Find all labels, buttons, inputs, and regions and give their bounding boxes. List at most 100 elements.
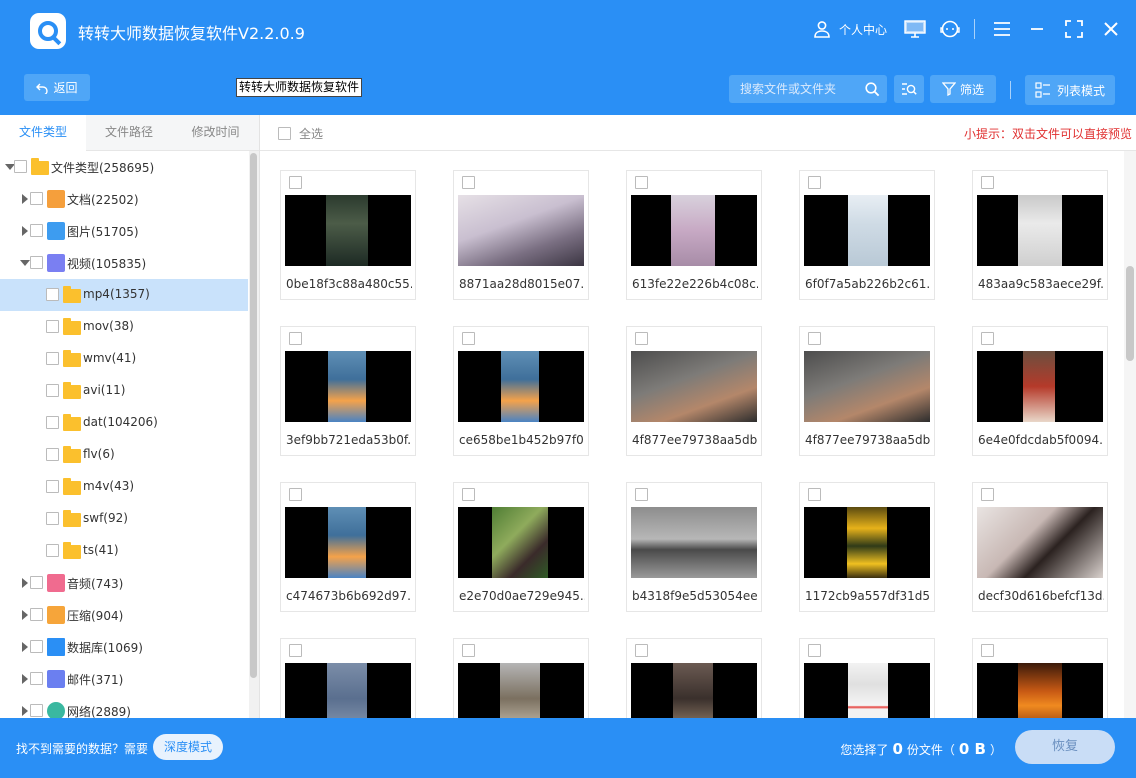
checkbox[interactable] bbox=[808, 644, 821, 657]
tab-modified-time[interactable]: 修改时间 bbox=[172, 115, 259, 151]
checkbox[interactable] bbox=[278, 127, 291, 140]
checkbox[interactable] bbox=[808, 332, 821, 345]
file-card[interactable]: 8871aa28d8015e07... bbox=[453, 170, 589, 300]
checkbox[interactable] bbox=[462, 176, 475, 189]
file-card[interactable]: e2e70d0ae729e945... bbox=[453, 482, 589, 612]
file-card[interactable] bbox=[799, 638, 935, 718]
view-mode-button[interactable]: 列表模式 bbox=[1025, 75, 1115, 105]
checkbox[interactable] bbox=[462, 332, 475, 345]
checkbox[interactable] bbox=[46, 416, 59, 429]
checkbox[interactable] bbox=[46, 352, 59, 365]
support-button[interactable] bbox=[938, 17, 962, 41]
user-center-button[interactable]: 个人中心 bbox=[813, 17, 887, 41]
search-button[interactable] bbox=[863, 80, 881, 98]
checkbox[interactable] bbox=[30, 576, 43, 589]
file-card[interactable]: ce658be1b452b97f0... bbox=[453, 326, 589, 456]
search-input[interactable] bbox=[729, 75, 859, 103]
sidebar-scroll-thumb[interactable] bbox=[250, 153, 257, 678]
file-card[interactable] bbox=[626, 638, 762, 718]
checkbox[interactable] bbox=[46, 320, 59, 333]
checkbox[interactable] bbox=[289, 644, 302, 657]
checkbox[interactable] bbox=[635, 332, 648, 345]
checkbox[interactable] bbox=[30, 256, 43, 269]
checkbox[interactable] bbox=[981, 176, 994, 189]
checkbox[interactable] bbox=[14, 160, 27, 173]
checkbox[interactable] bbox=[30, 640, 43, 653]
file-card[interactable] bbox=[280, 638, 416, 718]
file-card[interactable]: 3ef9bb721eda53b0f... bbox=[280, 326, 416, 456]
sidebar-scrollbar[interactable] bbox=[249, 151, 259, 718]
file-card[interactable]: c474673b6b692d97... bbox=[280, 482, 416, 612]
checkbox[interactable] bbox=[462, 644, 475, 657]
file-card[interactable]: 4f877ee79738aa5db... bbox=[626, 326, 762, 456]
checkbox[interactable] bbox=[981, 644, 994, 657]
expand-arrow-icon[interactable] bbox=[22, 610, 28, 620]
file-card[interactable] bbox=[453, 638, 589, 718]
tree-item-文件类型[interactable]: 文件类型(258695) bbox=[0, 151, 248, 183]
checkbox[interactable] bbox=[46, 448, 59, 461]
file-card[interactable]: 0be18f3c88a480c55... bbox=[280, 170, 416, 300]
file-card[interactable]: 6f0f7a5ab226b2c61... bbox=[799, 170, 935, 300]
expand-arrow-icon[interactable] bbox=[22, 578, 28, 588]
tree-item-m4v[interactable]: m4v(43) bbox=[0, 471, 248, 503]
tree-item-mp4[interactable]: mp4(1357) bbox=[0, 279, 248, 311]
expand-arrow-icon[interactable] bbox=[22, 226, 28, 236]
menu-button[interactable] bbox=[990, 17, 1014, 41]
advanced-search-button[interactable] bbox=[894, 75, 924, 103]
select-all-checkbox[interactable]: 全选 bbox=[278, 125, 323, 142]
monitor-button[interactable] bbox=[903, 17, 927, 41]
file-card[interactable]: 613fe22e226b4c08c... bbox=[626, 170, 762, 300]
checkbox[interactable] bbox=[635, 644, 648, 657]
checkbox[interactable] bbox=[30, 224, 43, 237]
checkbox[interactable] bbox=[289, 332, 302, 345]
tree-item-网络[interactable]: 网络(2889) bbox=[0, 695, 248, 718]
file-card[interactable]: decf30d616befcf13d... bbox=[972, 482, 1108, 612]
tree-item-mov[interactable]: mov(38) bbox=[0, 311, 248, 343]
tree-item-ts[interactable]: ts(41) bbox=[0, 535, 248, 567]
checkbox[interactable] bbox=[635, 176, 648, 189]
recover-button[interactable]: 恢复 bbox=[1015, 730, 1115, 764]
checkbox[interactable] bbox=[289, 488, 302, 501]
checkbox[interactable] bbox=[46, 480, 59, 493]
back-button[interactable]: 返回 bbox=[24, 74, 90, 101]
file-card[interactable]: b4318f9e5d53054ee... bbox=[626, 482, 762, 612]
tab-file-type[interactable]: 文件类型 bbox=[0, 115, 86, 152]
tree-item-视频[interactable]: 视频(105835) bbox=[0, 247, 248, 279]
expand-arrow-icon[interactable] bbox=[22, 194, 28, 204]
tree-item-flv[interactable]: flv(6) bbox=[0, 439, 248, 471]
deep-mode-button[interactable]: 深度模式 bbox=[153, 734, 223, 760]
checkbox[interactable] bbox=[981, 488, 994, 501]
tree-item-图片[interactable]: 图片(51705) bbox=[0, 215, 248, 247]
tree-item-文档[interactable]: 文档(22502) bbox=[0, 183, 248, 215]
tree-item-音频[interactable]: 音频(743) bbox=[0, 567, 248, 599]
expand-arrow-icon[interactable] bbox=[22, 706, 28, 716]
collapse-arrow-icon[interactable] bbox=[20, 260, 30, 266]
checkbox[interactable] bbox=[289, 176, 302, 189]
checkbox[interactable] bbox=[635, 488, 648, 501]
file-card[interactable] bbox=[972, 638, 1108, 718]
checkbox[interactable] bbox=[30, 672, 43, 685]
expand-arrow-icon[interactable] bbox=[22, 642, 28, 652]
tree-item-swf[interactable]: swf(92) bbox=[0, 503, 248, 535]
tree-item-wmv[interactable]: wmv(41) bbox=[0, 343, 248, 375]
tab-file-path[interactable]: 文件路径 bbox=[86, 115, 172, 151]
maximize-button[interactable] bbox=[1062, 17, 1086, 41]
checkbox[interactable] bbox=[30, 704, 43, 717]
checkbox[interactable] bbox=[30, 192, 43, 205]
tree-item-邮件[interactable]: 邮件(371) bbox=[0, 663, 248, 695]
checkbox[interactable] bbox=[30, 608, 43, 621]
tree-item-dat[interactable]: dat(104206) bbox=[0, 407, 248, 439]
tree-item-压缩[interactable]: 压缩(904) bbox=[0, 599, 248, 631]
tree-item-avi[interactable]: avi(11) bbox=[0, 375, 248, 407]
checkbox[interactable] bbox=[808, 488, 821, 501]
minimize-button[interactable] bbox=[1025, 17, 1049, 41]
checkbox[interactable] bbox=[46, 384, 59, 397]
checkbox[interactable] bbox=[46, 544, 59, 557]
file-card[interactable]: 483aa9c583aece29f... bbox=[972, 170, 1108, 300]
expand-arrow-icon[interactable] bbox=[22, 674, 28, 684]
checkbox[interactable] bbox=[981, 332, 994, 345]
file-card[interactable]: 1172cb9a557df31d5... bbox=[799, 482, 935, 612]
file-card[interactable]: 4f877ee79738aa5db... bbox=[799, 326, 935, 456]
checkbox[interactable] bbox=[462, 488, 475, 501]
checkbox[interactable] bbox=[46, 288, 59, 301]
